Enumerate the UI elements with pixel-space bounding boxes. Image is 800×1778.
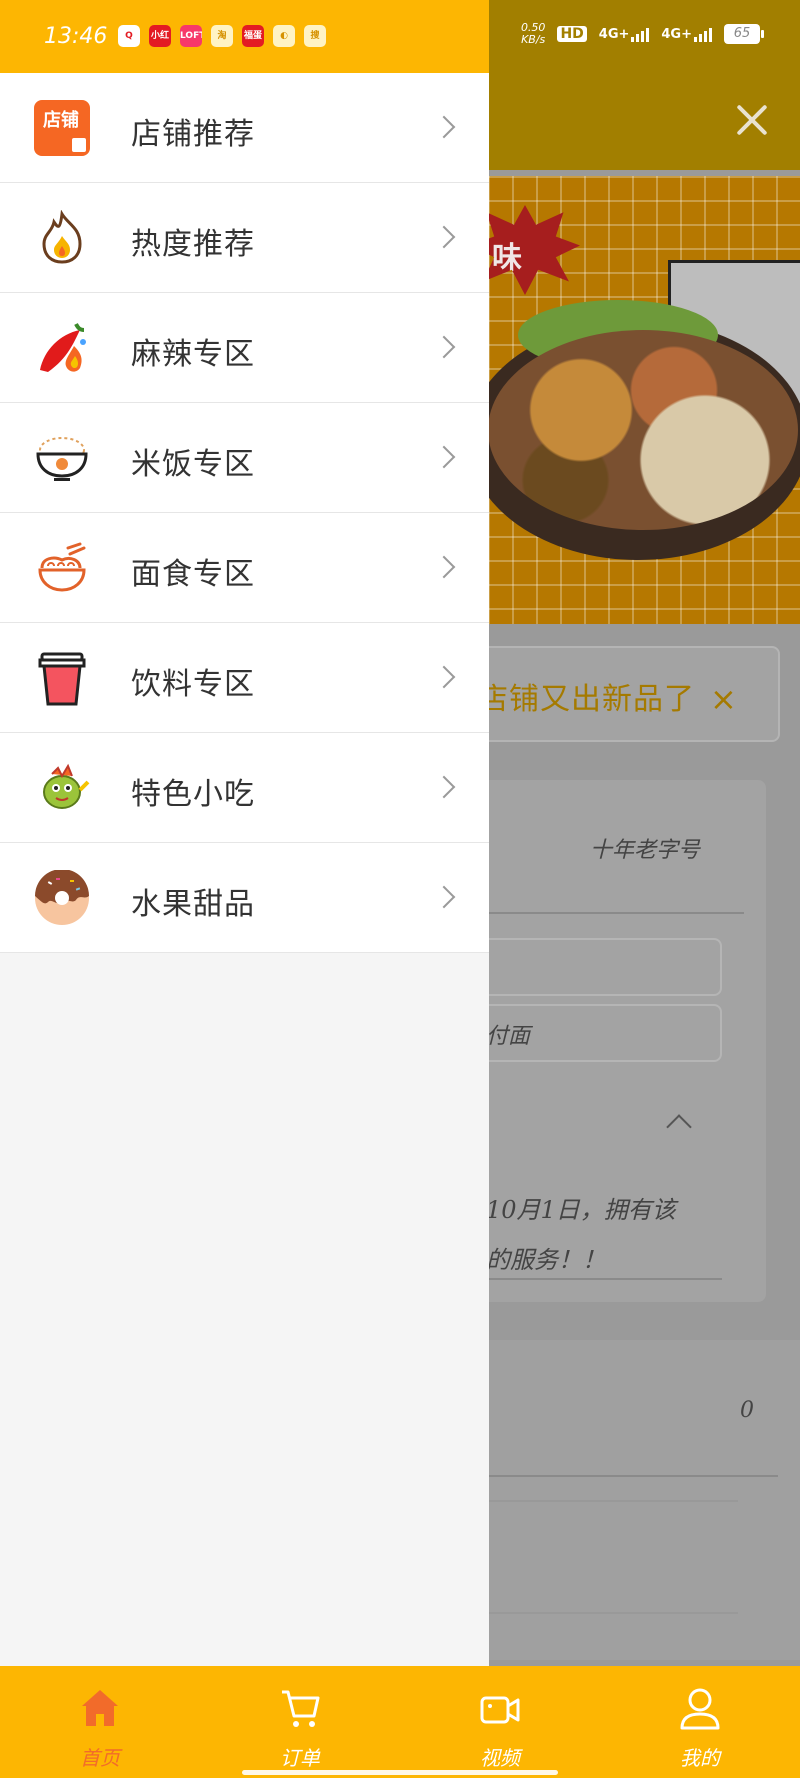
nav-label: 我的 — [680, 1746, 720, 1770]
chevron-right-icon — [432, 445, 456, 469]
network-type: 4G+ — [661, 27, 692, 42]
menu-item-label: 面食专区 — [131, 557, 255, 592]
taobao-icon: 淘 — [211, 25, 233, 47]
home-indicator[interactable] — [242, 1770, 558, 1775]
chevron-right-icon — [432, 115, 456, 139]
menu-item-label: 饮料专区 — [131, 667, 255, 702]
chevron-right-icon — [432, 335, 456, 359]
noodles-icon — [38, 542, 86, 592]
battery-icon: 65 — [724, 24, 764, 44]
menu-item-label: 店铺推荐 — [131, 117, 255, 152]
lower-count: 0 — [740, 1398, 754, 1423]
qq-icon: Q — [118, 25, 140, 47]
nav-video[interactable]: 视频 — [400, 1666, 600, 1778]
net-speed-unit: KB/s — [521, 33, 546, 46]
menu-item-label: 特色小吃 — [131, 777, 255, 812]
nav-label: 首页 — [80, 1746, 120, 1770]
drink-cup-icon — [38, 652, 86, 706]
menu-item-shop-recommend[interactable]: 店铺 店铺推荐 — [0, 73, 489, 183]
menu-item-label: 麻辣专区 — [131, 337, 255, 372]
hd-icon: HD — [557, 26, 587, 42]
chevron-right-icon — [432, 885, 456, 909]
notice-close-icon[interactable]: × — [710, 680, 737, 718]
profile-icon — [680, 1688, 720, 1730]
menu-item-spicy[interactable]: 麻辣专区 — [0, 293, 489, 403]
status-indicators: 0.50 KB/s HD 4G+ 4G+ 65 — [521, 22, 764, 46]
shop-tagline: 十年老字号 — [590, 838, 701, 863]
menu-item-label: 水果甜品 — [131, 887, 255, 922]
info-field[interactable] — [470, 938, 722, 996]
menu-item-rice[interactable]: 米饭专区 — [0, 403, 489, 513]
xiaohongshu-icon: 小红书 — [149, 25, 171, 47]
chili-icon — [40, 323, 86, 372]
shop-desc-line1: 10月1日，拥有该 — [486, 1196, 676, 1224]
info-field-text: 付面 — [486, 1024, 531, 1049]
close-icon[interactable] — [732, 100, 772, 140]
category-drawer: 店铺 店铺推荐 热度推荐 麻辣专区 米饭专区 面食专区 饮料专区 特色小吃 水果… — [0, 73, 489, 1666]
menu-item-drinks[interactable]: 饮料专区 — [0, 623, 489, 733]
donut-icon — [35, 870, 89, 925]
divider — [488, 1612, 738, 1614]
menu-item-label: 米饭专区 — [131, 447, 255, 482]
status-time: 13:46 — [44, 24, 108, 49]
signal-icon: 4G+ — [661, 26, 712, 42]
nav-home[interactable]: 首页 — [0, 1666, 200, 1778]
chevron-right-icon — [432, 225, 456, 249]
nav-profile[interactable]: 我的 — [600, 1666, 800, 1778]
nav-label: 视频 — [480, 1746, 520, 1770]
banner-text: 味 — [492, 241, 522, 276]
chevron-right-icon — [432, 775, 456, 799]
chevron-right-icon — [432, 555, 456, 579]
shop-icon: 店铺 — [34, 100, 90, 156]
nav-orders[interactable]: 订单 — [200, 1666, 400, 1778]
menu-item-fruit-dessert[interactable]: 水果甜品 — [0, 843, 489, 953]
divider — [488, 1475, 778, 1477]
menu-item-noodles[interactable]: 面食专区 — [0, 513, 489, 623]
menu-item-snacks[interactable]: 特色小吃 — [0, 733, 489, 843]
divider — [488, 912, 744, 914]
video-icon — [480, 1696, 520, 1724]
bottom-navigation: 首页 订单 视频 我的 — [0, 1666, 800, 1778]
notification-icons: Q 小红书 LOFTER 淘 福蛋 ◐ 搜 — [118, 25, 326, 47]
nav-label: 订单 — [280, 1746, 320, 1770]
tiaoyun-icon: 福蛋 — [242, 25, 264, 47]
cart-icon — [282, 1690, 320, 1727]
shop-icon-text: 店铺 — [43, 109, 79, 131]
rice-bowl-icon — [36, 437, 88, 481]
planet-app-icon: ◐ — [273, 25, 295, 47]
divider — [488, 1278, 722, 1280]
home-icon — [82, 1690, 118, 1726]
flame-icon — [42, 210, 82, 264]
notice-text: 店铺又出新品了 — [478, 682, 695, 717]
signal-icon: 4G+ — [599, 26, 650, 42]
shop-desc-line2: 的服务！！ — [486, 1246, 606, 1274]
snack-icon — [43, 763, 90, 809]
lofter-icon: LOFTER — [180, 25, 202, 47]
net-speed: 0.50 KB/s — [521, 22, 546, 46]
menu-item-hot-recommend[interactable]: 热度推荐 — [0, 183, 489, 293]
status-bar: 13:46 Q 小红书 LOFTER 淘 福蛋 ◐ 搜 — [0, 0, 489, 73]
menu-item-label: 热度推荐 — [131, 227, 255, 262]
chevron-right-icon — [432, 665, 456, 689]
search-app-icon: 搜 — [304, 25, 326, 47]
divider — [488, 1500, 738, 1502]
network-type: 4G+ — [598, 27, 630, 42]
food-banner-image — [468, 260, 800, 580]
